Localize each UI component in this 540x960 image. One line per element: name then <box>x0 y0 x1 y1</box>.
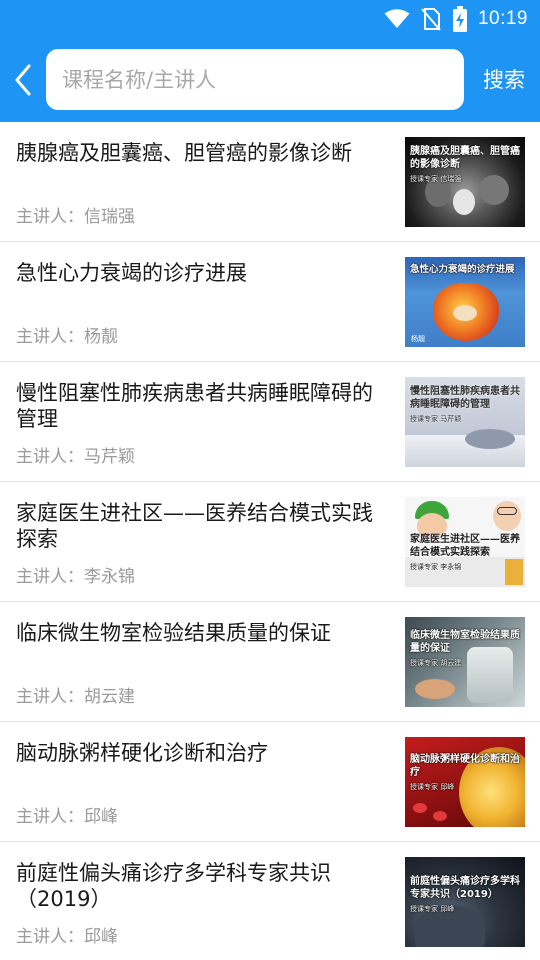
course-title: 慢性阻塞性肺疾病患者共病睡眠障碍的管理 <box>16 381 373 431</box>
course-lecturer: 主讲人：胡云建 <box>16 687 135 707</box>
course-thumbnail: 脑动脉粥样硬化诊断和治疗 授课专家 邱峰 <box>405 737 525 827</box>
course-thumbnail: 临床微生物室检验结果质量的保证 授课专家 胡云建 <box>405 617 525 707</box>
course-thumbnail: 前庭性偏头痛诊疗多学科专家共识（2019） 授课专家 邱峰 <box>405 857 525 947</box>
course-lecturer: 主讲人：邱峰 <box>16 807 118 827</box>
list-item[interactable]: 胰腺癌及胆囊癌、胆管癌的影像诊断 主讲人：信瑞强 胰腺癌及胆囊癌、胆管癌的影像诊… <box>0 122 540 242</box>
thumbnail-caption: 家庭医生进社区——医养结合模式实践探索 <box>410 534 520 558</box>
list-item[interactable]: 急性心力衰竭的诊疗进展 主讲人：杨靓 急性心力衰竭的诊疗进展 杨靓 <box>0 242 540 362</box>
list-item[interactable]: 脑动脉粥样硬化诊断和治疗 主讲人：邱峰 脑动脉粥样硬化诊断和治疗 授课专家 邱峰 <box>0 722 540 842</box>
search-box <box>46 49 464 110</box>
course-title: 前庭性偏头痛诊疗多学科专家共识（2019） <box>16 861 331 911</box>
course-title: 家庭医生进社区——医养结合模式实践探索 <box>16 501 373 551</box>
wifi-icon <box>384 9 410 28</box>
course-lecturer: 主讲人：李永锦 <box>16 567 135 587</box>
course-title: 脑动脉粥样硬化诊断和治疗 <box>16 741 268 765</box>
search-button[interactable]: 搜索 <box>474 62 534 98</box>
status-bar: 10:19 <box>0 0 540 38</box>
battery-charging-icon <box>452 6 467 32</box>
course-list: 胰腺癌及胆囊癌、胆管癌的影像诊断 主讲人：信瑞强 胰腺癌及胆囊癌、胆管癌的影像诊… <box>0 122 540 960</box>
thumbnail-sub: 授课专家 马芹颖 <box>410 415 462 423</box>
course-lecturer: 主讲人：邱峰 <box>16 927 118 947</box>
list-item[interactable]: 临床微生物室检验结果质量的保证 主讲人：胡云建 临床微生物室检验结果质量的保证 … <box>0 602 540 722</box>
thumbnail-sub: 授课专家 邱峰 <box>410 783 455 791</box>
course-thumbnail: 家庭医生进社区——医养结合模式实践探索 授课专家 李永锦 <box>405 497 525 587</box>
thumbnail-sub: 杨靓 <box>411 335 425 343</box>
no-sim-icon <box>421 8 441 31</box>
thumbnail-sub: 授课专家 胡云建 <box>410 659 462 667</box>
thumbnail-caption: 脑动脉粥样硬化诊断和治疗 <box>410 754 520 778</box>
thumbnail-caption: 临床微生物室检验结果质量的保证 <box>410 630 520 654</box>
course-thumbnail: 胰腺癌及胆囊癌、胆管癌的影像诊断 授课专家 信瑞强 <box>405 137 525 227</box>
chevron-left-icon <box>15 64 31 96</box>
thumbnail-caption: 前庭性偏头痛诊疗多学科专家共识（2019） <box>410 876 520 900</box>
list-item[interactable]: 前庭性偏头痛诊疗多学科专家共识（2019） 主讲人：邱峰 前庭性偏头痛诊疗多学科… <box>0 842 540 960</box>
course-thumbnail: 急性心力衰竭的诊疗进展 杨靓 <box>405 257 525 347</box>
thumbnail-caption: 急性心力衰竭的诊疗进展 <box>410 264 515 275</box>
thumbnail-caption: 慢性阻塞性肺疾病患者共病睡眠障碍的管理 <box>410 386 520 410</box>
thumbnail-caption: 胰腺癌及胆囊癌、胆管癌的影像诊断 <box>410 146 520 170</box>
course-title: 临床微生物室检验结果质量的保证 <box>16 621 331 645</box>
course-title: 胰腺癌及胆囊癌、胆管癌的影像诊断 <box>16 141 352 165</box>
status-icons: 10:19 <box>384 6 528 32</box>
back-button[interactable] <box>6 58 40 102</box>
course-lecturer: 主讲人：信瑞强 <box>16 207 135 227</box>
status-time: 10:19 <box>477 8 528 29</box>
thumbnail-sub: 授课专家 信瑞强 <box>410 175 462 183</box>
thumbnail-sub: 授课专家 李永锦 <box>410 563 462 571</box>
course-title: 急性心力衰竭的诊疗进展 <box>16 261 247 285</box>
top-bar: 搜索 <box>0 38 540 122</box>
course-thumbnail: 慢性阻塞性肺疾病患者共病睡眠障碍的管理 授课专家 马芹颖 <box>405 377 525 467</box>
course-lecturer: 主讲人：马芹颖 <box>16 447 135 467</box>
search-input[interactable] <box>46 49 464 110</box>
thumbnail-sub: 授课专家 邱峰 <box>410 905 455 913</box>
list-item[interactable]: 家庭医生进社区——医养结合模式实践探索 主讲人：李永锦 家庭医生进社区——医养结… <box>0 482 540 602</box>
list-item[interactable]: 慢性阻塞性肺疾病患者共病睡眠障碍的管理 主讲人：马芹颖 慢性阻塞性肺疾病患者共病… <box>0 362 540 482</box>
course-lecturer: 主讲人：杨靓 <box>16 327 118 347</box>
